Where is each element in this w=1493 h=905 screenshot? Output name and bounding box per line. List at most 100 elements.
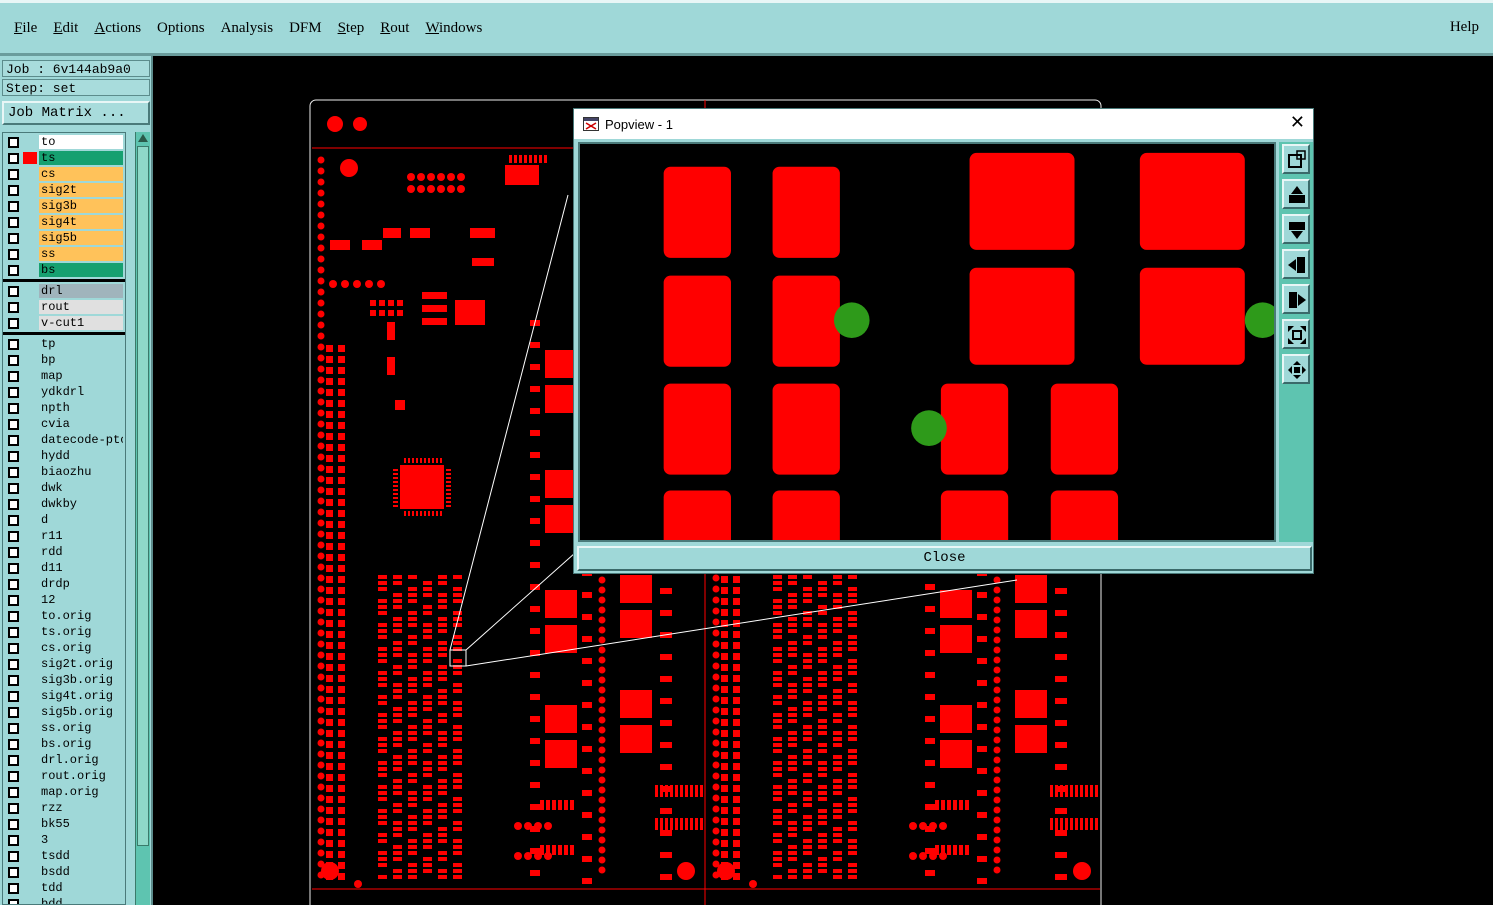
layer-checkbox[interactable] bbox=[8, 675, 19, 686]
layer-row[interactable]: sig4t.orig bbox=[3, 688, 125, 704]
layer-row[interactable]: bs.orig bbox=[3, 736, 125, 752]
layer-checkbox[interactable] bbox=[8, 579, 19, 590]
layer-checkbox[interactable] bbox=[8, 707, 19, 718]
layer-checkbox[interactable] bbox=[8, 249, 19, 260]
layer-name[interactable]: ss.orig bbox=[39, 721, 123, 735]
layer-checkbox[interactable] bbox=[8, 739, 19, 750]
layer-name[interactable]: hydd bbox=[39, 449, 123, 463]
layer-checkbox[interactable] bbox=[8, 286, 19, 297]
layer-row[interactable]: 3 bbox=[3, 832, 125, 848]
layer-checkbox[interactable] bbox=[8, 233, 19, 244]
layer-row[interactable]: hydd bbox=[3, 448, 125, 464]
menu-step[interactable]: Step bbox=[330, 20, 373, 37]
layer-row[interactable]: ts bbox=[3, 150, 125, 166]
layer-row[interactable]: sig3b.orig bbox=[3, 672, 125, 688]
layer-checkbox[interactable] bbox=[8, 787, 19, 798]
layer-checkbox[interactable] bbox=[8, 627, 19, 638]
menu-file[interactable]: File bbox=[6, 20, 45, 37]
layer-name[interactable]: cvia bbox=[39, 417, 123, 431]
layer-name[interactable]: ts.orig bbox=[39, 625, 123, 639]
layer-checkbox[interactable] bbox=[8, 803, 19, 814]
menu-analysis[interactable]: Analysis bbox=[213, 20, 282, 37]
layer-row[interactable]: r11 bbox=[3, 528, 125, 544]
layer-name[interactable]: drl bbox=[39, 284, 123, 298]
menu-actions[interactable]: Actions bbox=[86, 20, 149, 37]
layer-checkbox[interactable] bbox=[8, 819, 19, 830]
layer-name[interactable]: map.orig bbox=[39, 785, 123, 799]
layer-name[interactable]: sig5b bbox=[39, 231, 123, 245]
layer-name[interactable]: to.orig bbox=[39, 609, 123, 623]
layer-row[interactable]: rout bbox=[3, 299, 125, 315]
layer-row[interactable]: map bbox=[3, 368, 125, 384]
layer-row[interactable]: dwk bbox=[3, 480, 125, 496]
zoom-home-icon[interactable] bbox=[1282, 319, 1310, 349]
layer-name[interactable]: map bbox=[39, 369, 123, 383]
pan-left-icon[interactable] bbox=[1282, 249, 1310, 279]
layer-checkbox[interactable] bbox=[8, 595, 19, 606]
layer-row[interactable]: rdd bbox=[3, 544, 125, 560]
menu-options[interactable]: Options bbox=[149, 20, 213, 37]
pan-down-icon[interactable] bbox=[1282, 214, 1310, 244]
layer-checkbox[interactable] bbox=[8, 563, 19, 574]
layer-checkbox[interactable] bbox=[8, 302, 19, 313]
scrollbar-thumb[interactable] bbox=[137, 146, 149, 846]
layer-row[interactable]: npth bbox=[3, 400, 125, 416]
layer-row[interactable]: tp bbox=[3, 336, 125, 352]
layer-checkbox[interactable] bbox=[8, 153, 19, 164]
layer-checkbox[interactable] bbox=[8, 851, 19, 862]
layer-checkbox[interactable] bbox=[8, 217, 19, 228]
close-icon[interactable]: ✕ bbox=[1290, 113, 1305, 133]
layer-checkbox[interactable] bbox=[8, 185, 19, 196]
layer-row[interactable]: sig2t.orig bbox=[3, 656, 125, 672]
layer-row[interactable]: 12 bbox=[3, 592, 125, 608]
layer-name[interactable]: dwk bbox=[39, 481, 123, 495]
layer-row[interactable]: ydkdrl bbox=[3, 384, 125, 400]
layer-row[interactable]: bp bbox=[3, 352, 125, 368]
layer-name[interactable]: dwkby bbox=[39, 497, 123, 511]
layer-checkbox[interactable] bbox=[8, 467, 19, 478]
layer-name[interactable]: cs.orig bbox=[39, 641, 123, 655]
pan-right-icon[interactable] bbox=[1282, 284, 1310, 314]
layer-name[interactable]: sig4t.orig bbox=[39, 689, 123, 703]
popview-zoom-view[interactable] bbox=[578, 142, 1276, 542]
layer-checkbox[interactable] bbox=[8, 483, 19, 494]
layer-name[interactable]: bs.orig bbox=[39, 737, 123, 751]
layer-name[interactable]: datecode-ptc bbox=[39, 433, 123, 447]
layer-name[interactable]: bdd bbox=[39, 897, 123, 904]
layer-row[interactable]: sig3b bbox=[3, 198, 125, 214]
layer-checkbox[interactable] bbox=[8, 339, 19, 350]
layer-name[interactable]: ts bbox=[39, 151, 123, 165]
layer-row[interactable]: bk55 bbox=[3, 816, 125, 832]
layer-checkbox[interactable] bbox=[8, 611, 19, 622]
layer-name[interactable]: cs bbox=[39, 167, 123, 181]
layer-name[interactable]: tp bbox=[39, 337, 123, 351]
popview-title-bar[interactable]: Popview - 1 ✕ bbox=[574, 109, 1313, 139]
layer-checkbox[interactable] bbox=[8, 371, 19, 382]
layer-name[interactable]: sig2t bbox=[39, 183, 123, 197]
layer-checkbox[interactable] bbox=[8, 755, 19, 766]
layer-name[interactable]: 12 bbox=[39, 593, 123, 607]
layer-row[interactable]: drdp bbox=[3, 576, 125, 592]
layer-name[interactable]: bk55 bbox=[39, 817, 123, 831]
layer-name[interactable]: sig4t bbox=[39, 215, 123, 229]
layer-name[interactable]: bsdd bbox=[39, 865, 123, 879]
layer-name[interactable]: rout.orig bbox=[39, 769, 123, 783]
layer-checkbox[interactable] bbox=[8, 835, 19, 846]
scroll-up-arrow-icon[interactable] bbox=[138, 134, 148, 142]
layer-checkbox[interactable] bbox=[8, 387, 19, 398]
layer-checkbox[interactable] bbox=[8, 435, 19, 446]
layer-checkbox[interactable] bbox=[8, 451, 19, 462]
pan-up-icon[interactable] bbox=[1282, 179, 1310, 209]
layer-checkbox[interactable] bbox=[8, 137, 19, 148]
layer-checkbox[interactable] bbox=[8, 771, 19, 782]
layer-checkbox[interactable] bbox=[8, 547, 19, 558]
layer-checkbox[interactable] bbox=[8, 499, 19, 510]
layer-name[interactable]: rzz bbox=[39, 801, 123, 815]
layer-name[interactable]: d bbox=[39, 513, 123, 527]
layer-checkbox[interactable] bbox=[8, 723, 19, 734]
layer-row[interactable]: cs.orig bbox=[3, 640, 125, 656]
layer-checkbox[interactable] bbox=[8, 643, 19, 654]
layer-row[interactable]: d bbox=[3, 512, 125, 528]
layer-name[interactable]: sig2t.orig bbox=[39, 657, 123, 671]
layer-checkbox[interactable] bbox=[8, 867, 19, 878]
